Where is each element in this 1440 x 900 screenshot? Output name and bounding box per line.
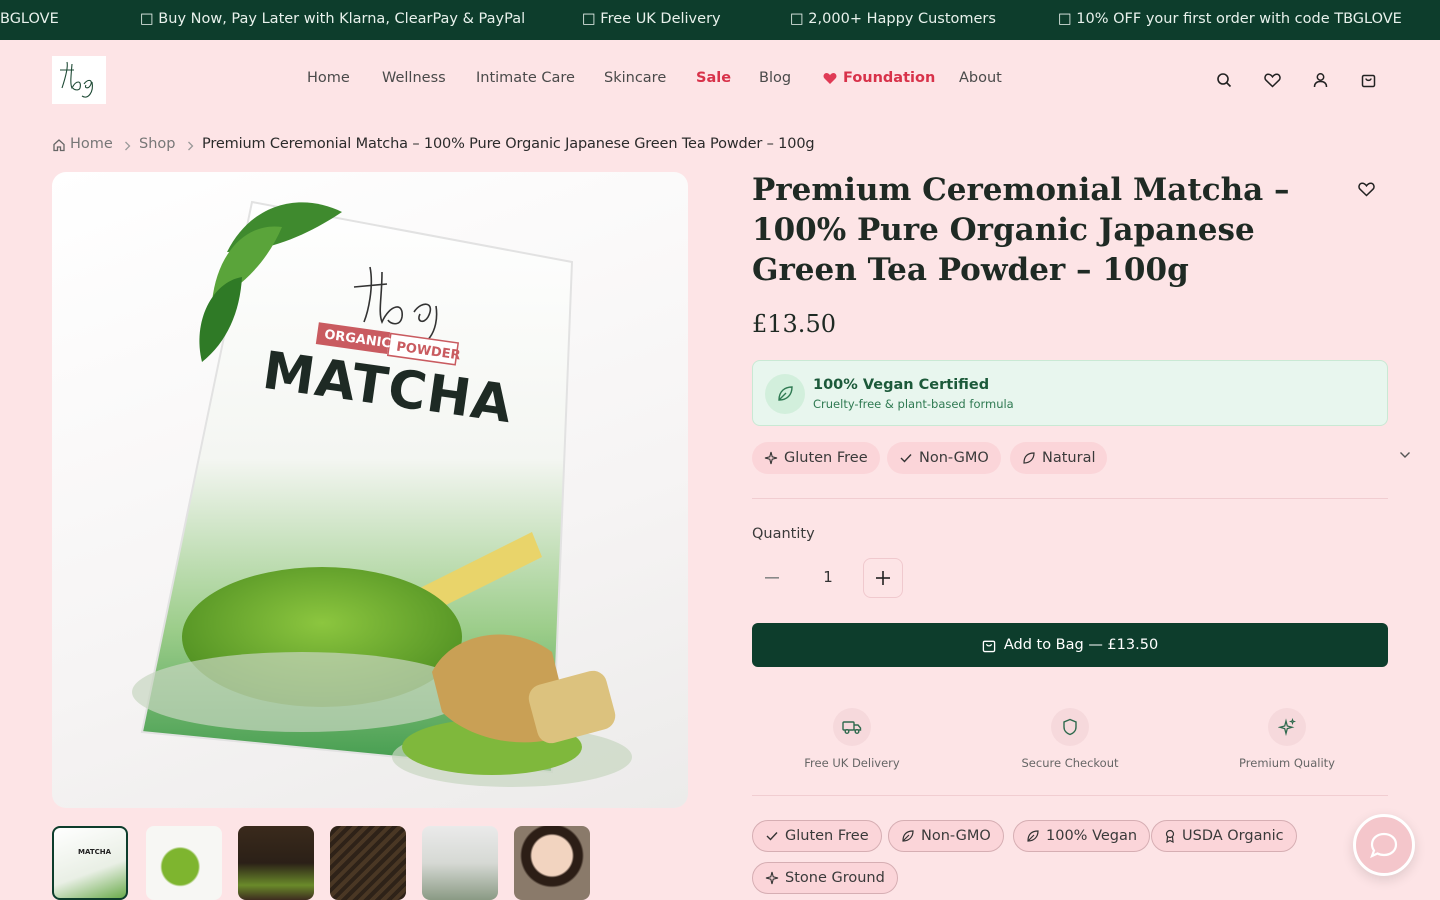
badge-label: Gluten Free [785,828,869,844]
product-price: £13.50 [752,310,836,338]
announcement-item: □ 10% OFF your first order with code TBG… [1058,11,1402,27]
nav-foundation-label: Foundation [843,70,936,86]
award-icon [1165,829,1175,843]
badge-stone-ground: Stone Ground [752,862,898,894]
thumbnail-3[interactable] [238,826,314,900]
nav-wellness[interactable]: Wellness [382,70,446,86]
sparkle-icon [765,871,779,885]
nav-sale[interactable]: Sale [696,70,731,86]
user-icon[interactable] [1310,70,1330,90]
thumbnail-1[interactable]: MATCHA [52,826,128,900]
nav-blog[interactable]: Blog [759,70,791,86]
leaf-small-icon [1023,452,1035,464]
announcement-bar: BGLOVE □ Buy Now, Pay Later with Klarna,… [0,0,1440,40]
product-main-image[interactable]: ORGANIC POWDER MATCHA [52,172,688,808]
badge-gluten-free: Gluten Free [752,820,882,852]
quantity-label: Quantity [752,526,815,542]
nav-foundation[interactable]: Foundation [823,70,935,86]
vegan-certified-card: 100% Vegan Certified Cruelty-free & plan… [752,360,1388,426]
leaf-icon [1027,830,1039,842]
wishlist-heart-icon[interactable] [1358,182,1378,202]
breadcrumb-home[interactable]: Home [70,136,113,152]
tag-natural: Natural [1010,442,1108,474]
feature-label: Premium Quality [1239,756,1335,770]
heart-filled-icon [823,72,837,84]
announcement-item: □ Free UK Delivery [582,11,721,27]
tag-gluten-free: Gluten Free [752,442,880,474]
chat-button[interactable] [1353,814,1415,876]
feature-secure-checkout: Secure Checkout [970,708,1170,770]
truck-icon [833,708,871,746]
chat-bubble-icon [1370,832,1398,859]
breadcrumb-current: Premium Ceremonial Matcha – 100% Pure Or… [202,136,815,152]
sparkle-icon [764,451,778,465]
check-icon [766,832,778,841]
tag-label: Non-GMO [919,450,989,466]
check-icon [900,454,912,463]
search-icon[interactable] [1214,70,1234,90]
nav-home[interactable]: Home [307,70,350,86]
chevron-right-icon [125,141,131,151]
tag-label: Gluten Free [784,450,868,466]
minus-icon [765,577,779,579]
heart-icon[interactable] [1262,70,1282,90]
badge-label: USDA Organic [1182,828,1284,844]
bag-icon [982,640,996,652]
leaf-icon [765,374,805,414]
shield-icon [1051,708,1089,746]
badge-vegan: 100% Vegan [1013,820,1151,852]
divider [752,795,1388,796]
thumb-pack-label: MATCHA [78,848,112,856]
logo[interactable] [52,56,106,104]
add-to-bag-label: Add to Bag — £13.50 [1003,637,1159,653]
thumbnail-5[interactable] [422,826,498,900]
feature-label: Secure Checkout [1021,756,1119,770]
sparkles-icon [1268,708,1306,746]
badge-label: Stone Ground [785,870,885,886]
nav-about[interactable]: About [959,70,1002,86]
nav-skincare[interactable]: Skincare [604,70,666,86]
product-title: Premium Ceremonial Matcha – 100% Pure Or… [752,172,1290,288]
badge-label: Non-GMO [921,828,991,844]
badge-label: 100% Vegan [1046,828,1138,844]
quantity-increase-button[interactable] [863,558,903,598]
thumbnail-2[interactable] [146,826,222,900]
badge-non-gmo: Non-GMO [888,820,1004,852]
add-to-bag-button[interactable]: Add to Bag — £13.50 [752,623,1388,667]
tag-non-gmo: Non-GMO [887,442,1001,474]
vegan-card-subtitle: Cruelty-free & plant-based formula [813,397,1014,411]
thumbnail-4[interactable] [330,826,406,900]
announcement-item: □ 2,000+ Happy Customers [790,11,996,27]
divider [752,498,1388,499]
thumbnail-6[interactable] [514,826,590,900]
matcha-pack-illustration [132,200,632,787]
leaf-icon [902,830,914,842]
logo-mark [60,61,93,98]
badge-usda-organic: USDA Organic [1151,820,1297,852]
chevron-down-icon[interactable] [1399,444,1413,458]
quantity-value[interactable]: 1 [808,568,848,586]
announcement-item: BGLOVE [0,11,59,27]
vegan-card-title: 100% Vegan Certified [813,377,990,393]
home-icon [53,139,65,152]
feature-free-delivery: Free UK Delivery [752,708,952,770]
announcement-item: □ Buy Now, Pay Later with Klarna, ClearP… [140,11,526,27]
chevron-right-icon [188,141,194,151]
nav-intimate-care[interactable]: Intimate Care [476,70,575,86]
feature-premium-quality: Premium Quality [1187,708,1387,770]
breadcrumb-shop[interactable]: Shop [139,136,175,152]
plus-icon [876,571,890,585]
bag-icon[interactable] [1358,70,1378,90]
tag-label: Natural [1042,450,1096,466]
feature-label: Free UK Delivery [804,756,900,770]
quantity-decrease-button[interactable] [752,558,792,598]
